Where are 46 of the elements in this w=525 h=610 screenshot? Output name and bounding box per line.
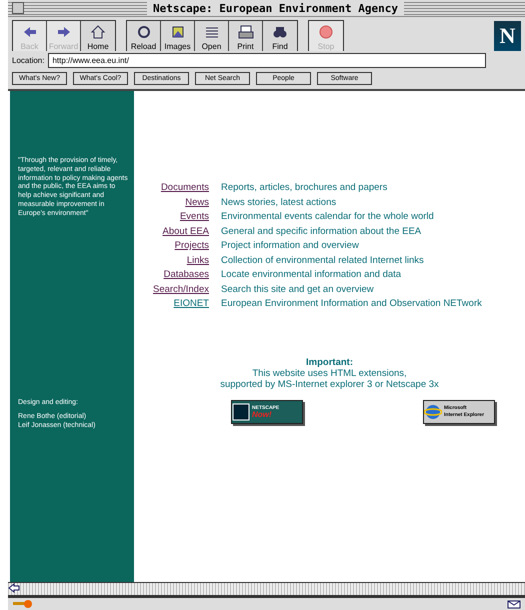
toolbar-button[interactable]: Print [229,21,263,51]
binoculars-icon [272,24,288,40]
link-description: Search this site and get an overview [221,284,375,296]
link-description: Environmental events calendar for the whole world [221,211,435,224]
toolbar-button[interactable]: Home [81,21,115,51]
nav-link[interactable]: Events [134,211,209,224]
horizontal-scrollbar[interactable] [8,582,525,596]
toolbar-button[interactable]: Find [263,21,297,51]
image-icon [170,24,186,40]
close-box[interactable] [12,2,24,14]
toolbar-button[interactable]: Images [161,21,195,51]
toolbar-button[interactable]: Reload [127,21,161,51]
toolbar-button[interactable]: Open [195,21,229,51]
link-description: European Environment Information and Observation NETwork [221,298,483,310]
arrow-icon [22,24,38,40]
nav-link[interactable]: EIONET [134,298,209,310]
link-description: General and specific information about the EEA [221,226,422,238]
left-arrow-icon[interactable] [8,583,20,593]
badge-text: Now! [252,410,273,418]
location-label: Location: [12,56,44,64]
n-logo-icon [232,402,250,420]
arrow-icon [56,24,72,40]
link-description: Locate environmental information and data [221,269,402,282]
nav-link[interactable]: Documents [134,182,209,194]
notice-text: supported by MS-Internet explorer 3 or Netscape 3x [220,378,439,390]
notice-text: This website uses HTML extensions, [252,368,407,378]
link-description: Collection of environmental related Internet links [221,254,425,267]
location-field[interactable]: http://www.eea.eu.int/ [48,52,486,68]
nav-link[interactable]: News [134,196,209,209]
window-title: Netscape: European Environment Agency [146,2,404,14]
e-logo-icon [424,402,442,420]
nav-link[interactable]: Links [134,254,209,267]
mail-icon [507,600,521,608]
nav-link[interactable]: About EEA [134,226,209,238]
link-description: News stories, latest actions [221,196,338,209]
link-description: Project information and overview [221,240,360,252]
house-icon [90,24,106,40]
nav-link[interactable]: Projects [134,240,209,252]
nav-link[interactable]: Databases [134,269,209,282]
nav-link[interactable]: Search/Index [134,284,209,296]
link-description: Reports, articles, brochures and papers [221,182,388,194]
stop-sign-icon [318,24,334,40]
printer-icon [238,24,254,40]
key-icon [12,599,34,609]
notice-title: Important: [306,356,353,368]
netscape-logo: N [494,21,521,51]
